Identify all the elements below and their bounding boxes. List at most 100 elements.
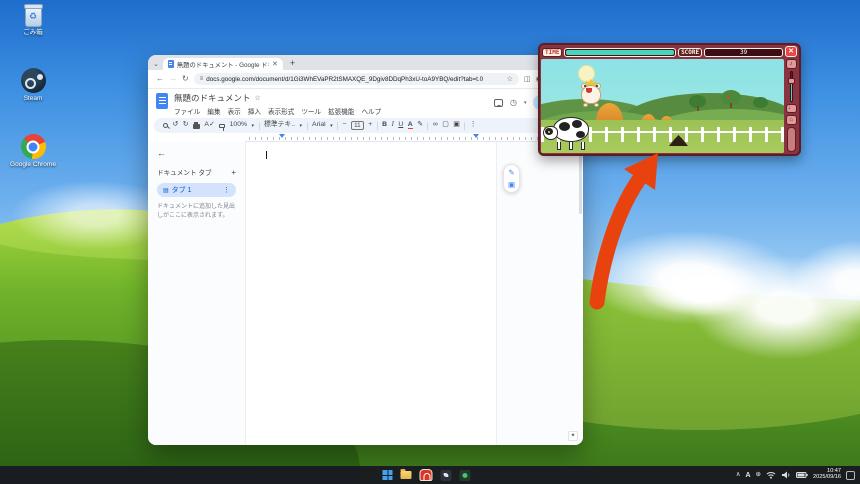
icon-label: Steam	[24, 95, 43, 102]
insert-image-icon[interactable]: ▣	[453, 122, 459, 129]
star-document-icon[interactable]: ☆	[255, 94, 261, 102]
bold-button[interactable]: B	[382, 122, 387, 129]
desktop-icon-steam[interactable]: Steam	[6, 68, 60, 102]
spellcheck-icon[interactable]: A✓	[204, 122, 214, 129]
paint-format-icon[interactable]	[219, 124, 225, 128]
paragraph-style-select[interactable]: 標準テキ..	[264, 122, 295, 129]
time-bar-fill	[566, 50, 674, 55]
menu-edit[interactable]: 編集	[207, 106, 220, 116]
print-icon[interactable]	[193, 124, 200, 129]
zoom-select[interactable]: 100%	[230, 122, 247, 129]
tab-close-icon[interactable]: ✕	[272, 60, 278, 68]
insert-comment-icon[interactable]: ▢	[442, 122, 448, 129]
docs-logo-icon[interactable]	[156, 93, 168, 109]
tab1-menu-icon[interactable]: ⋮	[223, 186, 230, 194]
undo-icon[interactable]: ↺	[173, 122, 179, 129]
camera-button[interactable]: ⌂	[786, 115, 797, 125]
close-icon[interactable]: ✕	[785, 46, 797, 57]
toolbar-separator	[307, 122, 308, 130]
docs-body: ← ドキュメント タブ + ▤ タブ 1 ⋮ ドキュメントに追加した見出しがここ…	[148, 142, 583, 445]
extension-icon-1[interactable]: ◫	[524, 76, 531, 83]
taskbar-center	[382, 466, 470, 484]
app-icon-green[interactable]	[459, 470, 470, 481]
volume-slider[interactable]	[787, 71, 796, 102]
font-size-decrease[interactable]: −	[343, 122, 347, 129]
back-icon[interactable]: ←	[156, 75, 164, 83]
start-button[interactable]	[382, 470, 392, 480]
site-settings-icon[interactable]: ≡	[200, 76, 204, 82]
more-options-icon[interactable]: ⋮	[470, 122, 477, 129]
desktop-icon-recycle-bin[interactable]: ♻ ごみ箱	[6, 6, 60, 36]
forward-icon[interactable]: →	[169, 75, 177, 83]
left-indent-marker[interactable]	[279, 134, 285, 138]
cow-leg	[569, 142, 573, 150]
style-chevron-icon[interactable]: ▾	[300, 123, 303, 129]
steam-icon	[21, 68, 46, 93]
bookmark-star-icon[interactable]: ☆	[507, 75, 513, 83]
volume-knob[interactable]	[788, 78, 795, 84]
font-chevron-icon[interactable]: ▾	[330, 123, 333, 129]
game-app-icon[interactable]	[419, 469, 432, 481]
tree	[753, 97, 768, 108]
search-icon[interactable]	[163, 123, 168, 128]
mute-button[interactable]: ♩	[786, 104, 797, 114]
redo-icon[interactable]: ↻	[183, 122, 189, 129]
tree-trunk	[730, 103, 732, 108]
italic-button[interactable]: I	[392, 122, 394, 129]
highlight-button[interactable]: ✎	[417, 122, 423, 129]
menu-insert[interactable]: 挿入	[248, 106, 261, 116]
new-tab-button[interactable]: +	[290, 58, 295, 68]
speaker-icon[interactable]	[781, 471, 791, 479]
url-text: docs.google.com/document/d/1Gi3WhEVaPR2t…	[206, 76, 503, 83]
document-page[interactable]	[245, 142, 497, 445]
file-explorer-icon[interactable]	[400, 471, 411, 479]
sidebar-item-tab1[interactable]: ▤ タブ 1 ⋮	[157, 183, 236, 197]
notification-center-icon[interactable]	[846, 471, 855, 480]
wifi-icon[interactable]	[766, 471, 776, 479]
ruler-ticks	[249, 137, 553, 140]
menu-help[interactable]: ヘルプ	[361, 106, 381, 116]
underline-button[interactable]: U	[398, 122, 403, 129]
right-indent-marker[interactable]	[473, 134, 479, 138]
accessibility-icon[interactable]: ⊕	[756, 472, 761, 479]
chevron-down-icon[interactable]: ▾	[524, 100, 527, 106]
collapse-sidebar-icon[interactable]: ←	[157, 148, 236, 158]
side-panel-handle[interactable]	[787, 127, 796, 152]
document-title[interactable]: 無題のドキュメント	[174, 92, 251, 104]
text-color-button[interactable]: A	[408, 122, 413, 130]
game-hud: TIME SCORE 39	[541, 46, 784, 59]
menu-format[interactable]: 表示形式	[268, 106, 294, 116]
sound-button[interactable]: ♪	[786, 59, 797, 69]
explore-button[interactable]: ✦	[568, 431, 578, 441]
toolbar-separator	[464, 122, 465, 130]
font-size-field[interactable]: 11	[351, 121, 364, 130]
desktop: ♻ ごみ箱 Steam Google Chrome ⌄ 無題のドキュメント - …	[0, 0, 860, 484]
app-icon-dark[interactable]	[440, 470, 451, 481]
ime-indicator[interactable]: A	[745, 472, 750, 479]
reload-icon[interactable]: ↻	[182, 75, 189, 83]
score-label: SCORE	[678, 48, 702, 57]
browser-tab-docs[interactable]: 無題のドキュメント - Google ドキ... ✕	[163, 58, 283, 70]
tray-chevron-icon[interactable]: ∧	[736, 472, 741, 479]
desktop-icon-chrome[interactable]: Google Chrome	[6, 134, 60, 168]
menu-file[interactable]: ファイル	[174, 106, 200, 116]
comment-history-icon[interactable]	[494, 99, 503, 107]
add-tab-button[interactable]: +	[231, 168, 236, 177]
text-cursor	[266, 151, 267, 159]
menu-extensions[interactable]: 拡張機能	[328, 106, 354, 116]
game-scene[interactable]	[541, 59, 784, 153]
add-image-icon[interactable]: ▣	[508, 181, 515, 189]
omnibox[interactable]: ≡ docs.google.com/document/d/1Gi3WhEVaPR…	[194, 73, 519, 85]
menu-view[interactable]: 表示	[228, 106, 241, 116]
battery-icon[interactable]	[796, 471, 808, 479]
clock[interactable]: 10:47 2025/09/16	[813, 469, 841, 480]
insert-link-icon[interactable]: ∞	[433, 122, 438, 129]
game-side-controls: ✕ ♪ ♩ ⌂	[784, 46, 798, 153]
version-history-icon[interactable]: ◷	[510, 99, 517, 107]
tab-search-icon[interactable]: ⌄	[153, 60, 159, 68]
zoom-chevron-icon[interactable]: ▾	[252, 123, 255, 129]
menu-tools[interactable]: ツール	[301, 106, 321, 116]
font-select[interactable]: Arial	[312, 122, 326, 129]
font-size-increase[interactable]: +	[368, 122, 372, 129]
edit-pencil-icon[interactable]: ✎	[508, 169, 514, 177]
